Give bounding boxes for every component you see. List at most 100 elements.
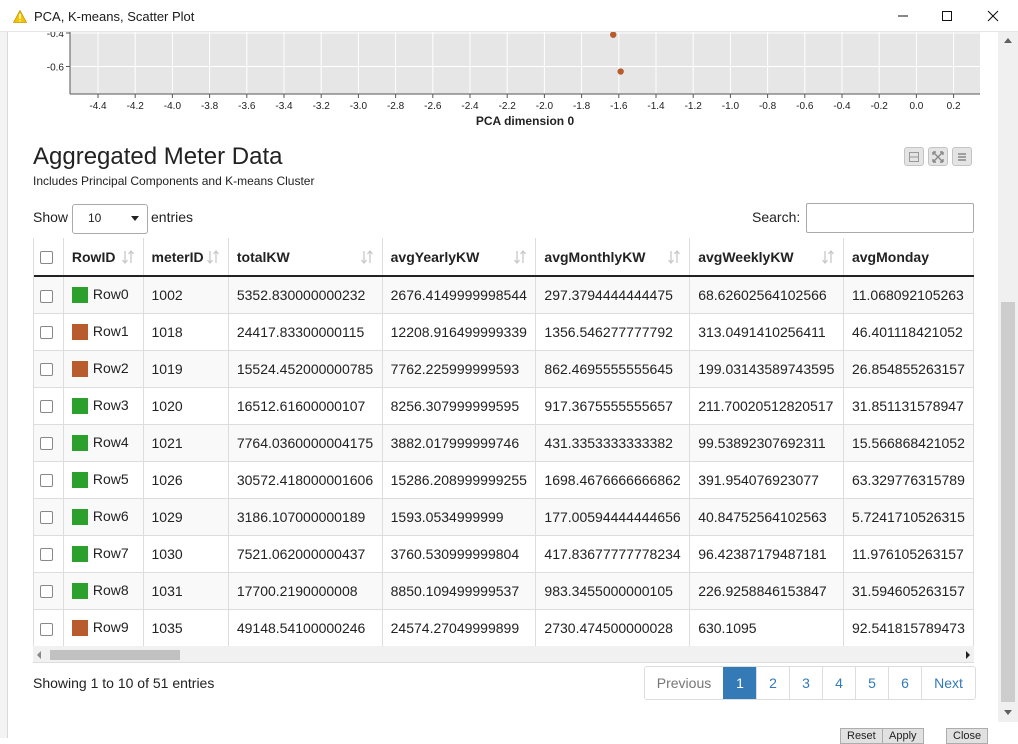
cell-meterid: 1029 (143, 497, 229, 535)
cell-avgweeklykw: 96.42387179487181 (689, 534, 844, 572)
column-header-totalkw[interactable]: totalKW (228, 238, 383, 277)
y-tick-label: -0.4 (47, 32, 65, 40)
table-row[interactable]: Row4 1021 7764.0360000004175 3882.017999999… (34, 423, 974, 461)
table-row[interactable]: Row2 1019 15524.452000000785 7762.225999999… (34, 349, 974, 387)
table-row[interactable]: Row9 1035 49148.54100000246 24574.270499998… (34, 608, 974, 646)
scatter-plot[interactable]: -4.4 -4.2 -4.0 -3.8 -3.6 -3.4 -3.2 -3.0 -2.8 -2.6… (8, 32, 998, 132)
row-checkbox[interactable] (40, 437, 53, 451)
table-row[interactable]: Row0 1002 5352.830000000232 2676.4149999998… (34, 275, 974, 313)
close-button[interactable] (970, 0, 1016, 32)
table-row[interactable]: Row3 1020 16512.61600000107 8256.3079999995… (34, 386, 974, 424)
menu-button[interactable] (952, 147, 972, 166)
page-button-4[interactable]: 4 (822, 667, 855, 699)
sort-icon (821, 249, 834, 265)
column-header-meterid[interactable]: meterID (143, 238, 229, 277)
cell-avgmonday: 92.541815789473 (843, 608, 974, 646)
vertical-scroll-thumb[interactable] (1001, 302, 1015, 702)
select-all-checkbox[interactable] (40, 251, 53, 265)
cluster-color-swatch (71, 509, 88, 526)
cell-avgyearlykw: 3760.530999999804 (382, 534, 537, 572)
minimize-button[interactable] (880, 0, 926, 32)
x-tick-label: -0.4 (833, 101, 851, 112)
sort-icon (121, 249, 134, 265)
window-titlebar: PCA, K-means, Scatter Plot (0, 0, 1018, 32)
column-header-avgweeklykw[interactable]: avgWeeklyKW (689, 238, 844, 277)
table-info: Showing 1 to 10 of 51 entries (33, 675, 215, 691)
row-checkbox[interactable] (40, 548, 53, 562)
maximize-button[interactable] (924, 0, 970, 32)
fullscreen-button[interactable] (928, 147, 948, 166)
table-row[interactable]: Row8 1031 17700.2190000008 8850.10949999953… (34, 571, 974, 609)
data-table-container: RowID meterID totalKW avgYearlyKW avgMon… (33, 238, 974, 646)
cell-avgweeklykw: 391.954076923077 (689, 460, 844, 498)
row-checkbox[interactable] (40, 511, 53, 525)
search-input[interactable] (806, 203, 974, 233)
column-header-label: avgMonthlyKW (544, 248, 646, 265)
table-row[interactable]: Row5 1026 30572.418000001606 15286.20899999… (34, 460, 974, 498)
scroll-left-icon[interactable] (37, 651, 41, 659)
row-checkbox[interactable] (40, 585, 53, 599)
collapse-button[interactable] (904, 147, 924, 166)
close-button[interactable]: Close (946, 728, 989, 744)
page-button-2[interactable]: 2 (756, 667, 789, 699)
vertical-scrollbar[interactable] (998, 32, 1018, 722)
show-label: Show (33, 209, 69, 225)
cell-meterid: 1019 (143, 349, 229, 387)
entries-select-value: 10 (88, 211, 102, 225)
column-header-rowid[interactable]: RowID (63, 238, 144, 277)
rowid-cell: Row4 (63, 423, 144, 461)
row-checkbox[interactable] (40, 363, 53, 377)
rowid-text: Row0 (92, 286, 129, 303)
window-title: PCA, K-means, Scatter Plot (34, 9, 195, 24)
row-checkbox[interactable] (40, 622, 53, 636)
column-header-avgmonday[interactable]: avgMonday (843, 238, 974, 277)
page-button-6[interactable]: 6 (888, 667, 921, 699)
scroll-right-icon[interactable] (966, 651, 970, 659)
fullscreen-icon (932, 150, 944, 163)
scroll-down-icon[interactable] (1004, 710, 1012, 715)
table-row[interactable]: Row7 1030 7521.062000000437 3760.5309999998… (34, 534, 974, 572)
rowid-text: Row3 (92, 396, 129, 413)
cell-totalkw: 24417.83300000115 (228, 312, 383, 350)
scatter-point[interactable] (617, 68, 624, 75)
table-row[interactable]: Row6 1029 3186.107000000189 1593.0534999999… (34, 497, 974, 535)
column-header-avgmonthlykw[interactable]: avgMonthlyKW (535, 238, 691, 277)
row-checkbox[interactable] (40, 400, 53, 414)
cell-avgweeklykw: 99.53892307692311 (689, 423, 844, 461)
column-header-label: totalKW (236, 248, 290, 265)
next-button[interactable]: Next (921, 667, 975, 699)
cell-avgmonthlykw: 417.83677777778234 (535, 534, 691, 572)
x-tick-label: -3.0 (350, 101, 368, 112)
apply-button[interactable]: Apply (882, 728, 924, 744)
cluster-color-swatch (71, 361, 88, 378)
scroll-up-icon[interactable] (1004, 38, 1012, 43)
entries-select[interactable]: 10 (72, 204, 148, 234)
row-checkbox[interactable] (40, 326, 53, 340)
reset-button[interactable]: Reset (840, 728, 883, 744)
previous-button[interactable]: Previous (645, 667, 723, 699)
page-button-1[interactable]: 1 (723, 667, 756, 699)
cell-meterid: 1002 (143, 275, 229, 313)
page-button-5[interactable]: 5 (855, 667, 888, 699)
x-tick-label: -2.2 (499, 101, 517, 112)
column-header-avgyearlykw[interactable]: avgYearlyKW (382, 238, 537, 277)
horizontal-scrollbar[interactable] (33, 646, 974, 663)
rowid-cell: Row0 (63, 275, 144, 313)
row-select-cell (34, 460, 64, 498)
cell-avgmonthlykw: 1698.4676666666862 (535, 460, 691, 498)
x-tick-label: -3.2 (313, 101, 331, 112)
cell-avgyearlykw: 24574.27049999899 (382, 608, 537, 646)
row-checkbox[interactable] (40, 289, 53, 303)
page-button-3[interactable]: 3 (789, 667, 822, 699)
cell-avgmonday: 31.594605263157 (843, 571, 974, 609)
table-row[interactable]: Row1 1018 24417.83300000115 12208.916499999… (34, 312, 974, 350)
horizontal-scroll-thumb[interactable] (50, 650, 180, 660)
row-checkbox[interactable] (40, 474, 53, 488)
sort-icon (514, 249, 527, 265)
row-select-cell (34, 423, 64, 461)
rowid-text: Row2 (92, 359, 129, 376)
row-select-cell (34, 312, 64, 350)
column-header-label: avgYearlyKW (390, 248, 480, 265)
column-header-label: avgMonday (851, 248, 929, 265)
cell-avgmonday: 5.7241710526315 (843, 497, 974, 535)
